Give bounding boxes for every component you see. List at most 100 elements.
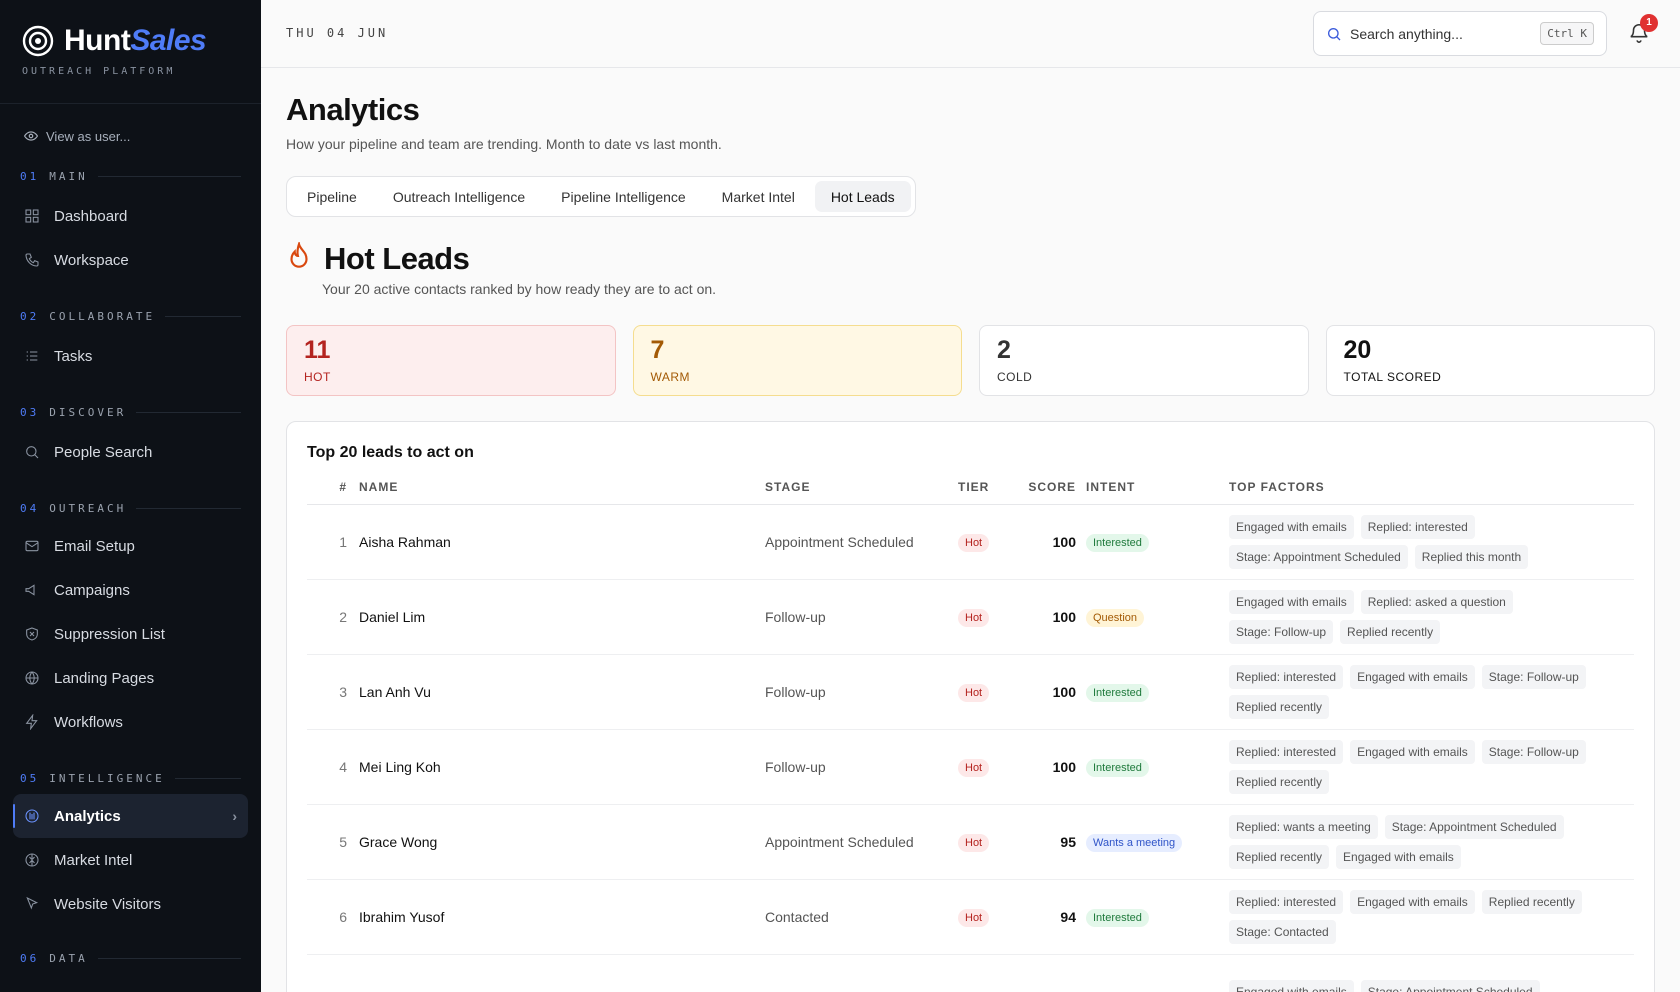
- intent-badge: Interested: [1086, 908, 1149, 927]
- tab-hot-leads[interactable]: Hot Leads: [814, 181, 911, 212]
- factor-tag: Replied recently: [1229, 770, 1330, 794]
- stat-label: COLD: [997, 370, 1033, 384]
- sidebar-item-campaigns[interactable]: Campaigns: [13, 568, 248, 612]
- search-icon: [1328, 27, 1341, 40]
- section-intelligence: 05 INTELLIGENCE: [20, 768, 241, 788]
- lead-score: 94: [1023, 879, 1086, 955]
- factor-list: Engaged with emails Replied: asked a ques…: [1229, 590, 1609, 644]
- factor-tag: Engaged with emails: [1336, 845, 1461, 869]
- lead-name[interactable]: Ibrahim Yusof: [359, 879, 765, 955]
- lead-name[interactable]: Aisha Rahman: [359, 504, 765, 580]
- lead-name[interactable]: Daniel Lim: [359, 579, 765, 655]
- globe-icon: [25, 671, 39, 685]
- column-header-name[interactable]: NAME: [359, 480, 765, 505]
- top-bar: THU 04 JUN Search anything... Ctrl K 1: [261, 0, 1680, 68]
- column-header-intent[interactable]: INTENT: [1086, 480, 1229, 505]
- column-header-num[interactable]: #: [307, 480, 359, 505]
- tier-badge: Hot: [958, 758, 990, 777]
- intent-badge: Wants a meeting: [1086, 833, 1183, 852]
- stat-card-total: 20 TOTAL SCORED: [1325, 325, 1655, 396]
- factor-tag: Engaged with emails: [1229, 590, 1354, 614]
- brand-link[interactable]: HuntSales: [22, 24, 239, 58]
- sidebar-item-website-visitors[interactable]: Website Visitors: [13, 882, 248, 926]
- lead-tier-cell: Hot: [958, 804, 1023, 880]
- factor-list: Replied: interested Engaged with emails St…: [1229, 665, 1609, 719]
- notifications-button[interactable]: 1: [1628, 14, 1658, 44]
- hot-leads-title: Hot Leads: [324, 241, 470, 276]
- lead-intent-cell: Question: [1086, 579, 1229, 655]
- lead-factors-cell: Replied: interested Engaged with emails St…: [1229, 654, 1634, 730]
- leads-table: # NAME STAGE TIER SCORE INTENT TOP FACTO…: [307, 480, 1634, 992]
- table-row[interactable]: 4 Mei Ling Koh Follow-up Hot 100 Interested Re…: [307, 729, 1634, 805]
- search-input[interactable]: Search anything... Ctrl K: [1313, 11, 1607, 56]
- lead-name[interactable]: Grace Wong: [359, 804, 765, 880]
- factor-list: Engaged with emails Stage: Appointment Sc…: [1229, 980, 1609, 992]
- lead-intent-cell: [1086, 954, 1229, 992]
- column-header-factors[interactable]: TOP FACTORS: [1229, 480, 1634, 505]
- current-date: THU 04 JUN: [286, 26, 389, 40]
- sidebar: HuntSales OUTREACH PLATFORM View as user…: [0, 0, 261, 992]
- target-logo-icon: [22, 25, 54, 57]
- lead-score: [1023, 954, 1086, 992]
- lead-factors-cell: Engaged with emails Replied: asked a ques…: [1229, 579, 1634, 655]
- sidebar-item-landing-pages[interactable]: Landing Pages: [13, 656, 248, 700]
- stat-card-hot: 11 HOT: [286, 325, 616, 396]
- section-main: 01 MAIN: [20, 166, 241, 186]
- factor-tag: Engaged with emails: [1350, 665, 1475, 689]
- lead-stage: Follow-up: [765, 654, 958, 730]
- sidebar-item-analytics[interactable]: Analytics ›: [13, 794, 248, 838]
- tier-badge: Hot: [958, 608, 990, 627]
- sidebar-item-email-setup[interactable]: Email Setup: [13, 524, 248, 568]
- sidebar-item-suppression-list[interactable]: Suppression List: [13, 612, 248, 656]
- table-row[interactable]: 6 Ibrahim Yusof Contacted Hot 94 Interested Re…: [307, 879, 1634, 955]
- sidebar-item-tasks[interactable]: Tasks: [13, 334, 248, 378]
- factor-tag: Replied: wants a meeting: [1229, 815, 1378, 839]
- table-row[interactable]: Engaged with emails Stage: Appointment Sc…: [307, 954, 1634, 992]
- factor-tag: Stage: Follow-up: [1481, 665, 1586, 689]
- sidebar-item-people-search[interactable]: People Search: [13, 430, 248, 474]
- lead-factors-cell: Engaged with emails Replied: interested St…: [1229, 504, 1634, 580]
- table-row[interactable]: 2 Daniel Lim Follow-up Hot 100 Question Engage…: [307, 579, 1634, 655]
- factor-tag: Engaged with emails: [1229, 515, 1354, 539]
- tab-pipeline-intelligence[interactable]: Pipeline Intelligence: [545, 181, 702, 212]
- page-title: Analytics: [286, 92, 420, 127]
- lead-tier-cell: Hot: [958, 504, 1023, 580]
- lead-rank: 3: [307, 654, 359, 730]
- lead-rank: [307, 954, 359, 992]
- factor-tag: Replied: interested: [1229, 665, 1344, 689]
- lead-tier-cell: Hot: [958, 654, 1023, 730]
- sidebar-item-market-intel[interactable]: Market Intel: [13, 838, 248, 882]
- brand-name: HuntSales: [64, 24, 207, 57]
- sidebar-item-workflows[interactable]: Workflows: [13, 700, 248, 744]
- view-as-user-button[interactable]: View as user...: [24, 126, 261, 146]
- lead-name[interactable]: [359, 954, 765, 992]
- tab-outreach-intelligence[interactable]: Outreach Intelligence: [377, 181, 541, 212]
- factor-tag: Replied: interested: [1360, 515, 1475, 539]
- main-content: Analytics How your pipeline and team are…: [286, 68, 1655, 992]
- notification-badge: 1: [1640, 14, 1658, 32]
- factor-tag: Stage: Contacted: [1229, 920, 1336, 944]
- lead-tier-cell: Hot: [958, 729, 1023, 805]
- tab-pipeline[interactable]: Pipeline: [291, 181, 373, 212]
- lead-stage: Appointment Scheduled: [765, 504, 958, 580]
- table-row[interactable]: 3 Lan Anh Vu Follow-up Hot 100 Interested Repl…: [307, 654, 1634, 730]
- factor-tag: Engaged with emails: [1350, 890, 1475, 914]
- lead-name[interactable]: Mei Ling Koh: [359, 729, 765, 805]
- table-row[interactable]: 1 Aisha Rahman Appointment Scheduled Hot 100…: [307, 504, 1634, 580]
- intent-badge: Interested: [1086, 758, 1149, 777]
- column-header-score[interactable]: SCORE: [1023, 480, 1086, 505]
- lead-name[interactable]: Lan Anh Vu: [359, 654, 765, 730]
- section-data: 06 DATA: [20, 948, 241, 968]
- sidebar-item-dashboard[interactable]: Dashboard: [13, 194, 248, 238]
- factor-tag: Stage: Appointment Scheduled: [1229, 545, 1408, 569]
- stat-value: 2: [997, 336, 1011, 364]
- sidebar-item-workspace[interactable]: Workspace: [13, 238, 248, 282]
- stat-label: HOT: [304, 370, 331, 384]
- tab-market-intel[interactable]: Market Intel: [706, 181, 811, 212]
- table-row[interactable]: 5 Grace Wong Appointment Scheduled Hot 95 Wan…: [307, 804, 1634, 880]
- lead-factors-cell: Replied: wants a meeting Stage: Appointme…: [1229, 804, 1634, 880]
- column-header-tier[interactable]: TIER: [958, 480, 1023, 505]
- column-header-stage[interactable]: STAGE: [765, 480, 958, 505]
- brand: HuntSales OUTREACH PLATFORM: [0, 0, 261, 104]
- lead-tier-cell: [958, 954, 1023, 992]
